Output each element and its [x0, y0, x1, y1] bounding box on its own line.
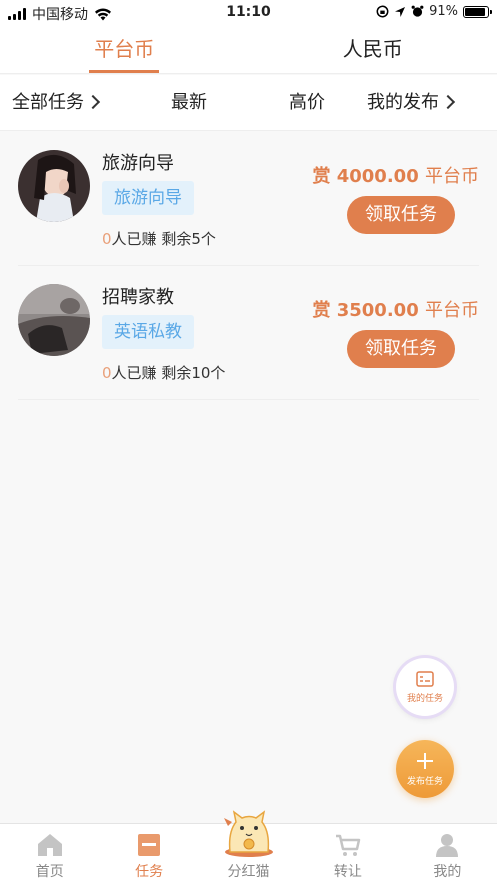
- stats-text: 人已赚 剩余5个: [111, 230, 216, 248]
- chevron-right-icon: [440, 94, 456, 110]
- lucky-cat-icon: [223, 810, 273, 857]
- avatar-photo: [18, 284, 90, 356]
- task-title: 旅游向导: [102, 153, 174, 174]
- take-task-button[interactable]: 领取任务: [347, 330, 455, 368]
- filter-high-price[interactable]: 高价: [289, 75, 325, 131]
- filter-newest[interactable]: 最新: [171, 75, 207, 131]
- task-screen: 中国移动 11:10 91% 平台币 人民币 全部任务 最新 高价 我的发布 旅…: [0, 0, 497, 883]
- battery-fill: [465, 7, 486, 16]
- filter-all-tasks[interactable]: 全部任务: [12, 75, 101, 131]
- location-icon: [395, 6, 406, 17]
- my-tasks-fab[interactable]: 我的任务: [396, 658, 454, 716]
- my-tasks-label: 我的任务: [406, 694, 443, 704]
- bottom-nav: 首页 任务 分红猫 转让 我的: [0, 810, 497, 883]
- battery-percent: 91%: [429, 4, 458, 19]
- earned-count: 0: [102, 364, 112, 382]
- earned-count: 0: [102, 230, 112, 248]
- rotation-lock-icon: [376, 5, 389, 18]
- task-card[interactable]: 招聘家教 英语私教 0人已赚 剩余10个 赏 3500.00 平台币 领取任务: [18, 266, 479, 400]
- chevron-right-icon: [85, 94, 101, 110]
- cart-icon: [335, 834, 361, 856]
- nav-home-label: 首页: [35, 864, 64, 880]
- filter-bar: 全部任务 最新 高价 我的发布: [0, 75, 497, 131]
- task-stats: 0人已赚 剩余5个: [102, 228, 216, 249]
- nav-transfer[interactable]: 转让: [298, 824, 397, 883]
- alarm-icon: [411, 5, 424, 17]
- stats-text: 人已赚 剩余10个: [111, 364, 226, 382]
- home-icon: [37, 834, 62, 856]
- nav-lucky-cat[interactable]: 分红猫: [199, 810, 298, 883]
- filter-my-posts-label: 我的发布: [367, 92, 439, 113]
- currency-tabs: 平台币 人民币: [0, 26, 497, 74]
- reward-unit: 平台币: [425, 166, 479, 187]
- filter-all-tasks-label: 全部任务: [12, 92, 84, 113]
- take-task-button[interactable]: 领取任务: [347, 196, 455, 234]
- status-bar: 中国移动 11:10 91%: [0, 0, 497, 26]
- plus-icon: [417, 753, 433, 769]
- nav-mine-label: 我的: [433, 864, 462, 880]
- reward-label: 赏 3500.00 平台币: [312, 296, 479, 322]
- avatar-photo: [18, 150, 90, 222]
- task-tag: 英语私教: [102, 315, 194, 349]
- reward-amount: 3500.00: [336, 300, 419, 321]
- reward-prefix: 赏: [312, 166, 331, 187]
- nav-tasks-label: 任务: [135, 864, 164, 880]
- nav-home[interactable]: 首页: [0, 824, 99, 883]
- nav-tasks[interactable]: 任务: [99, 824, 198, 883]
- reward-unit: 平台币: [425, 300, 479, 321]
- filter-my-posts[interactable]: 我的发布: [367, 75, 456, 131]
- nav-mine[interactable]: 我的: [398, 824, 497, 883]
- post-task-label: 发布任务: [406, 777, 443, 787]
- reward-prefix: 赏: [312, 300, 331, 321]
- reward-amount: 4000.00: [336, 166, 419, 187]
- battery-icon: [463, 5, 492, 18]
- task-list-icon: [416, 671, 434, 687]
- avatar: [18, 284, 90, 356]
- status-right: 91%: [376, 4, 492, 19]
- tab-rmb[interactable]: 人民币: [249, 26, 497, 73]
- task-card[interactable]: 旅游向导 旅游向导 0人已赚 剩余5个 赏 4000.00 平台币 领取任务: [18, 132, 479, 266]
- tab-platform-coin[interactable]: 平台币: [0, 26, 249, 73]
- task-stats: 0人已赚 剩余10个: [102, 362, 225, 383]
- reward-label: 赏 4000.00 平台币: [312, 162, 479, 188]
- nav-lucky-cat-label: 分红猫: [227, 864, 270, 880]
- nav-transfer-label: 转让: [333, 864, 362, 880]
- task-icon: [138, 834, 161, 856]
- task-title: 招聘家教: [102, 287, 174, 308]
- task-list: 旅游向导 旅游向导 0人已赚 剩余5个 赏 4000.00 平台币 领取任务 招…: [0, 132, 497, 400]
- task-tag: 旅游向导: [102, 181, 194, 215]
- post-task-fab[interactable]: 发布任务: [396, 740, 454, 798]
- avatar: [18, 150, 90, 222]
- user-icon: [436, 834, 459, 857]
